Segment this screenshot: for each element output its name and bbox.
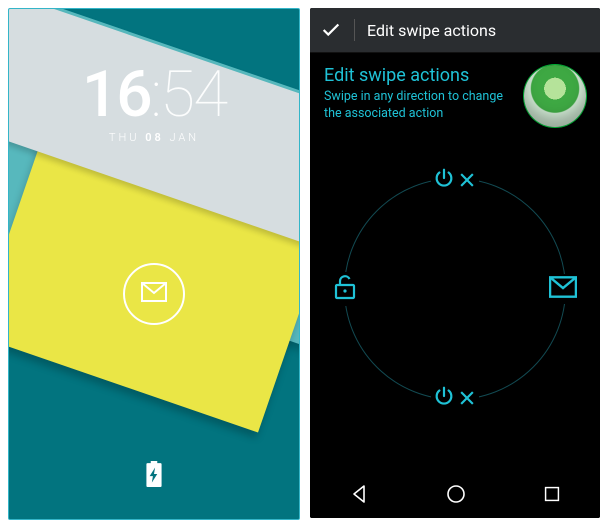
nav-bar — [310, 474, 600, 518]
clock-date: THU 08 JAN — [9, 131, 299, 144]
page-header: Edit swipe actions Swipe in any directio… — [310, 53, 600, 133]
power-icon — [433, 385, 455, 411]
divider — [354, 19, 355, 41]
swipe-slot-bottom[interactable] — [431, 383, 479, 413]
clock-time: 16:54 — [9, 63, 299, 127]
unlock-icon — [333, 274, 357, 304]
swipe-slot-top[interactable] — [431, 165, 479, 195]
clock-minutes: 54 — [160, 63, 226, 127]
home-button[interactable] — [444, 482, 468, 510]
avatar[interactable] — [524, 65, 586, 127]
gmail-icon — [141, 282, 167, 306]
swipe-ring[interactable] — [344, 178, 566, 400]
action-bar: Edit swipe actions — [310, 8, 600, 53]
clock-day: 08 — [145, 131, 164, 144]
settings-phone: Edit swipe actions Edit swipe actions Sw… — [310, 8, 600, 518]
close-icon[interactable] — [457, 388, 477, 408]
swipe-handle[interactable] — [123, 263, 185, 325]
swipe-slot-right[interactable] — [547, 274, 579, 304]
battery-charging-icon — [146, 461, 162, 491]
clock-hours: 16 — [82, 63, 151, 127]
lockscreen-phone: 16:54 THU 08 JAN — [8, 8, 300, 520]
lockscreen-clock: 16:54 THU 08 JAN — [9, 63, 299, 144]
page-subtitle: Swipe in any direction to change the ass… — [324, 89, 514, 123]
recent-button[interactable] — [541, 483, 563, 509]
page-title: Edit swipe actions — [324, 65, 514, 86]
clock-weekday: THU — [109, 131, 140, 144]
back-button[interactable] — [347, 482, 371, 510]
done-button[interactable] — [320, 19, 342, 41]
clock-sep: : — [151, 63, 160, 127]
actionbar-title: Edit swipe actions — [367, 21, 496, 40]
swipe-slot-left[interactable] — [331, 272, 359, 306]
close-icon[interactable] — [457, 170, 477, 190]
clock-month: JAN — [169, 131, 199, 144]
gmail-icon — [549, 276, 577, 302]
power-icon — [433, 167, 455, 193]
